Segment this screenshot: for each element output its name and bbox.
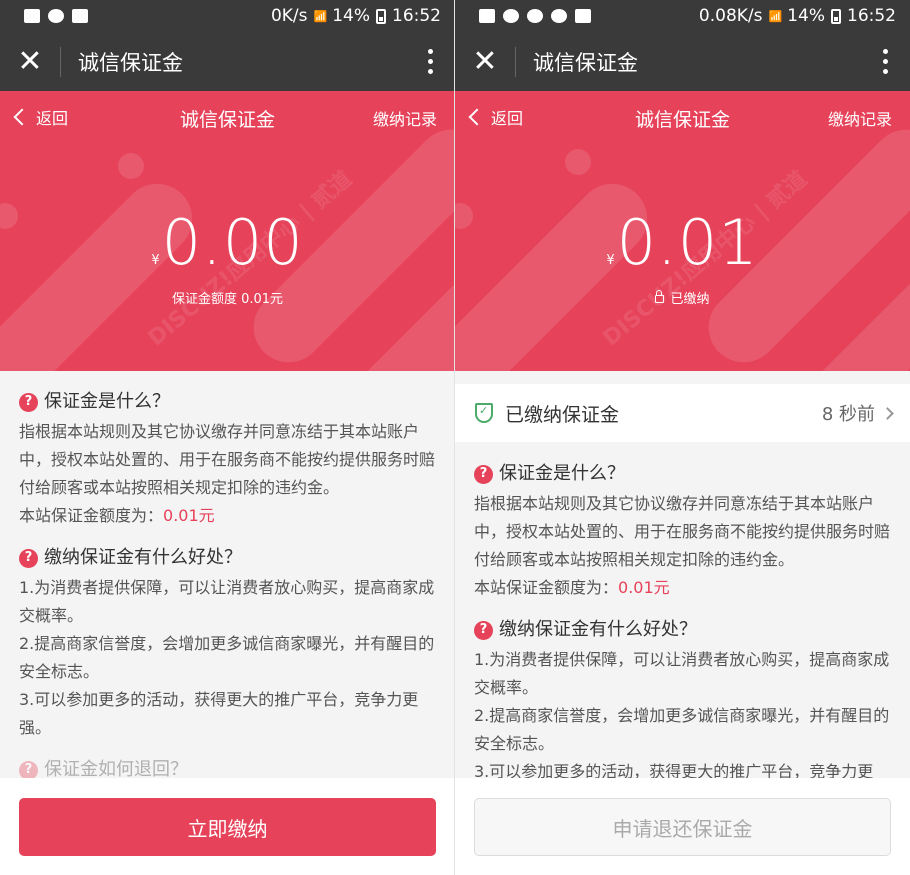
network-speed: 0K/s [270, 6, 308, 26]
battery-percent: 14% [787, 6, 825, 26]
faq-title: ? 缴纳保证金有什么好处？ [474, 616, 891, 644]
request-refund-button[interactable]: 申请退还保证金 [474, 798, 891, 856]
image-icon [72, 9, 88, 23]
left-screen: 0K/s 📶 14% 16:52 ✕ 诚信保证金 DISCUZ!应用中心 | 贰… [0, 0, 455, 875]
more-menu-button[interactable] [860, 32, 910, 91]
question-icon: ? [19, 548, 38, 568]
faq-title: ? 缴纳保证金有什么好处？ [19, 544, 436, 572]
amount-display: ¥0.00 [0, 211, 454, 275]
battery-icon [376, 8, 386, 24]
paid-label: 已缴纳保证金 [505, 403, 620, 426]
top-nav: 返回 诚信保证金 缴纳记录 [0, 91, 454, 143]
status-bar: 0.08K/s 📶 14% 16:52 [455, 0, 910, 32]
quota-value: 0.01元 [618, 578, 670, 597]
faq-title: ? 保证金是什么？ [474, 460, 891, 488]
faq-answer: 1.为消费者提供保障，可以让消费者放心购买，提高商家成交概率。 2.提高商家信誉… [19, 574, 436, 742]
quota-value: 0.01元 [163, 506, 215, 525]
close-button[interactable]: ✕ [0, 32, 60, 91]
payment-records-link[interactable]: 缴纳记录 [373, 106, 437, 130]
paid-status: 已缴纳 [455, 288, 910, 307]
hero-banner: DISCUZ!应用中心 | 贰道 返回 诚信保证金 缴纳记录 ¥0.00 保证金… [0, 91, 454, 371]
bottom-bar: 申请退还保证金 [455, 778, 910, 875]
more-menu-button[interactable] [405, 32, 454, 91]
list-item: 2.提高商家信誉度，会增加更多诚信商家曝光，并有醒目的安全标志。 [19, 634, 435, 681]
faq-answer: 指根据本站规则及其它协议缴存并同意冻结于其本站账户中，授权本站处置的、用于在服务… [19, 422, 436, 525]
payment-records-link[interactable]: 缴纳记录 [828, 106, 892, 130]
bottom-bar: 立即缴纳 [0, 778, 454, 875]
message-icon [24, 9, 40, 23]
signal-icon: 📶 [768, 9, 783, 23]
question-icon: ? [19, 760, 38, 780]
top-nav: 返回 诚信保证金 缴纳记录 [455, 91, 910, 143]
question-icon: ? [474, 620, 493, 640]
divider [515, 46, 516, 77]
close-button[interactable]: ✕ [455, 32, 515, 91]
paid-time: 8 秒前 [821, 404, 875, 425]
wechat-icon [527, 9, 543, 23]
image-icon [575, 9, 591, 23]
message-icon [479, 9, 495, 23]
list-item: 1.为消费者提供保障，可以让消费者放心购买，提高商家成交概率。 [474, 650, 890, 697]
deposit-quota: 保证金额度 0.01元 [171, 292, 284, 307]
clock: 16:52 [392, 6, 441, 26]
list-item: 3.可以参加更多的活动，获得更大的推广平台，竞争力更强。 [19, 690, 419, 737]
status-bar: 0K/s 📶 14% 16:52 [0, 0, 454, 32]
faq-content: ? 保证金是什么？ 指根据本站规则及其它协议缴存并同意冻结于其本站账户中，授权本… [455, 460, 910, 828]
paid-deposit-row[interactable]: 已缴纳保证金 8 秒前 [455, 384, 910, 442]
wechat-icon [551, 9, 567, 23]
app-bar-title: 诚信保证金 [78, 50, 183, 75]
app-bar-title: 诚信保证金 [533, 50, 638, 75]
missed-call-icon [503, 9, 519, 23]
app-bar: ✕ 诚信保证金 [0, 32, 454, 91]
shield-icon [475, 403, 493, 423]
currency-symbol: ¥ [151, 253, 160, 268]
right-screen: 0.08K/s 📶 14% 16:52 ✕ 诚信保证金 DISCUZ!应用中心 … [455, 0, 910, 875]
missed-call-icon [48, 9, 64, 23]
lock-icon [655, 290, 665, 303]
faq-answer: 指根据本站规则及其它协议缴存并同意冻结于其本站账户中，授权本站处置的、用于在服务… [474, 494, 891, 597]
clock: 16:52 [847, 6, 896, 26]
faq-content: ? 保证金是什么？ 指根据本站规则及其它协议缴存并同意冻结于其本站账户中，授权本… [0, 388, 454, 786]
close-icon: ✕ [472, 44, 498, 79]
battery-percent: 14% [332, 6, 370, 26]
question-icon: ? [19, 392, 38, 412]
currency-symbol: ¥ [606, 253, 615, 268]
pay-now-button[interactable]: 立即缴纳 [19, 798, 436, 856]
amount-display: ¥0.01 [455, 211, 910, 275]
deposit-amount: 0.01 [616, 206, 759, 279]
divider [60, 46, 61, 77]
close-icon: ✕ [17, 44, 43, 79]
hero-banner: DISCUZ!应用中心 | 贰道 返回 诚信保证金 缴纳记录 ¥0.01 已缴纳 [455, 91, 910, 371]
list-item: 1.为消费者提供保障，可以让消费者放心购买，提高商家成交概率。 [19, 578, 435, 625]
list-item: 2.提高商家信誉度，会增加更多诚信商家曝光，并有醒目的安全标志。 [474, 706, 890, 753]
chevron-right-icon [881, 406, 894, 420]
signal-icon: 📶 [313, 9, 328, 23]
deposit-amount: 0.00 [161, 206, 304, 279]
faq-title: ? 保证金是什么？ [19, 388, 436, 416]
battery-icon [831, 8, 841, 24]
network-speed: 0.08K/s [698, 6, 763, 26]
app-bar: ✕ 诚信保证金 [455, 32, 910, 91]
question-icon: ? [474, 464, 493, 484]
